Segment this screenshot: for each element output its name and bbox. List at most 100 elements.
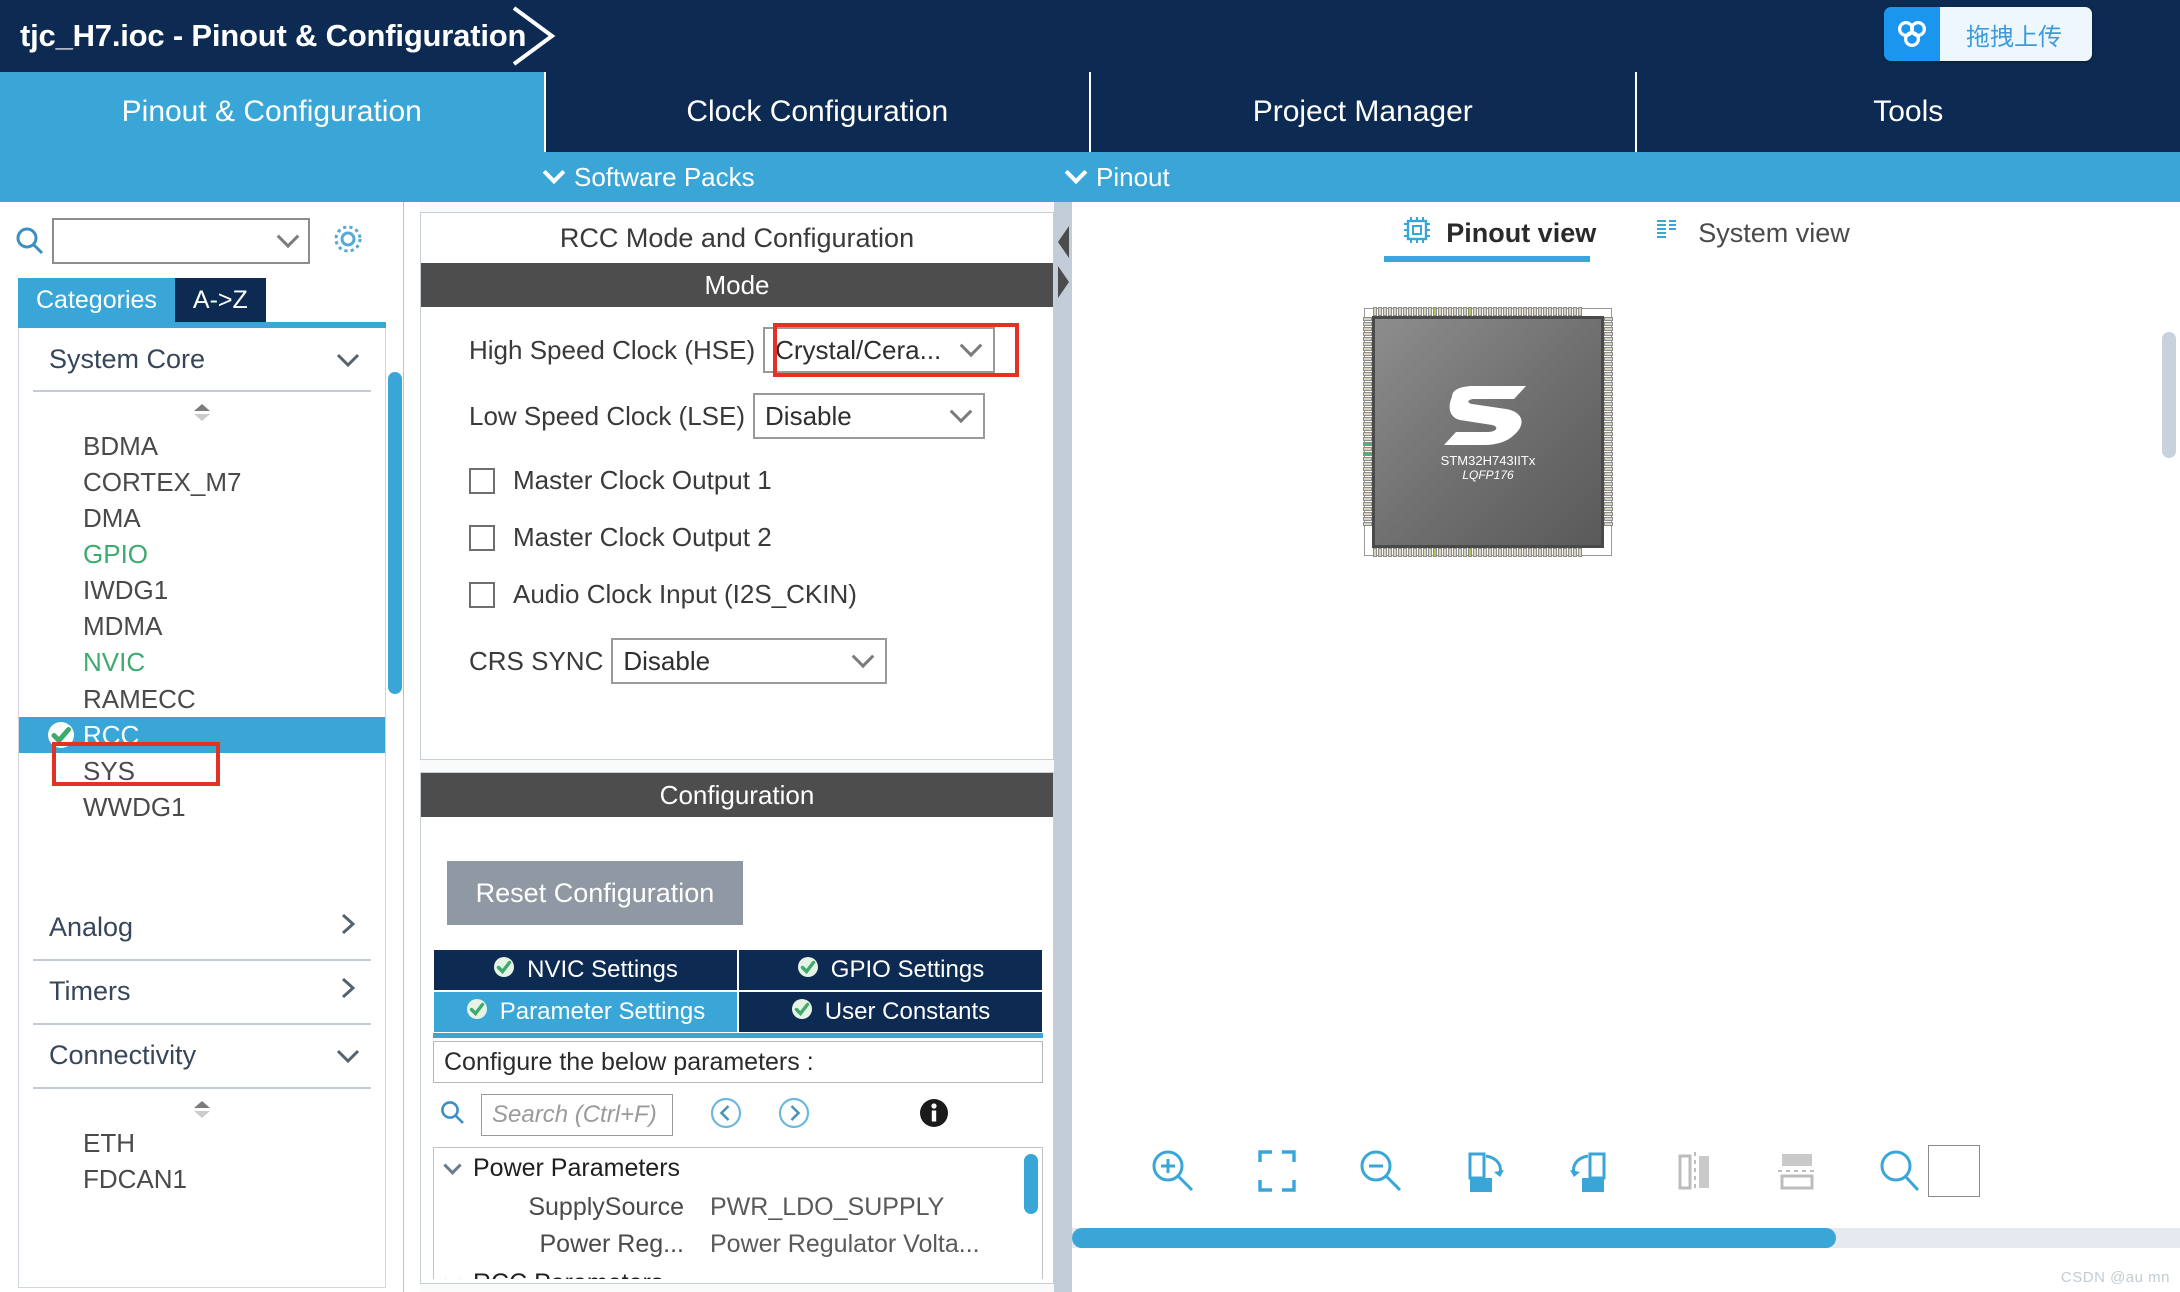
chip-pin[interactable] bbox=[1533, 548, 1537, 557]
chip-pin[interactable] bbox=[1604, 522, 1613, 526]
chip-pin[interactable] bbox=[1363, 482, 1372, 486]
chip-pin[interactable] bbox=[1363, 477, 1372, 481]
chip-pin[interactable] bbox=[1578, 548, 1582, 557]
right-panel-scrollbar[interactable] bbox=[2162, 332, 2176, 458]
chip-pin[interactable] bbox=[1604, 397, 1613, 401]
chip-pin[interactable] bbox=[1604, 442, 1613, 446]
chip-pin[interactable] bbox=[1363, 357, 1372, 361]
chip-pin[interactable] bbox=[1363, 347, 1372, 351]
chip-pin[interactable] bbox=[1388, 548, 1392, 557]
chip-pin[interactable] bbox=[1604, 412, 1613, 416]
chip-pin[interactable] bbox=[1563, 548, 1567, 557]
chip-pin[interactable] bbox=[1604, 467, 1613, 471]
chip-pin[interactable] bbox=[1363, 377, 1372, 381]
tab-system-view[interactable]: System view bbox=[1654, 215, 1850, 262]
software-packs-menu[interactable]: Software Packs bbox=[546, 162, 755, 193]
pin-search-icon[interactable] bbox=[1874, 1144, 1924, 1198]
chip-pin[interactable] bbox=[1393, 307, 1397, 316]
chip-pin[interactable] bbox=[1568, 307, 1572, 316]
panel-splitter[interactable] bbox=[1054, 202, 1072, 1292]
chip-pin[interactable] bbox=[1473, 307, 1477, 316]
chip-pin[interactable] bbox=[1508, 307, 1512, 316]
chip-pin[interactable] bbox=[1433, 548, 1437, 557]
peripheral-dma[interactable]: DMA bbox=[19, 500, 385, 536]
chip-pin[interactable] bbox=[1604, 392, 1613, 396]
chip-pin[interactable] bbox=[1418, 548, 1422, 557]
param-group-power-parameters[interactable]: Power Parameters bbox=[434, 1148, 1042, 1189]
chip-pin[interactable] bbox=[1548, 548, 1552, 557]
rotate-right-icon[interactable] bbox=[1458, 1144, 1512, 1198]
chip-pin[interactable] bbox=[1604, 472, 1613, 476]
peripheral-mdma[interactable]: MDMA bbox=[19, 608, 385, 644]
chip-pin[interactable] bbox=[1428, 307, 1432, 316]
lse-select[interactable]: Disable bbox=[753, 393, 985, 439]
horizontal-scrollbar-thumb[interactable] bbox=[1072, 1228, 1836, 1248]
chip-pin[interactable] bbox=[1523, 548, 1527, 557]
chip-pin[interactable] bbox=[1604, 507, 1613, 511]
chip-pin[interactable] bbox=[1363, 522, 1372, 526]
peripheral-iwdg1[interactable]: IWDG1 bbox=[19, 572, 385, 608]
chip-pin[interactable] bbox=[1363, 437, 1372, 441]
chip-pin[interactable] bbox=[1573, 307, 1577, 316]
parameter-tree-scrollbar[interactable] bbox=[1024, 1154, 1038, 1214]
chip-pin[interactable] bbox=[1398, 307, 1402, 316]
chip-pin[interactable] bbox=[1604, 447, 1613, 451]
chip-pin[interactable] bbox=[1604, 382, 1613, 386]
chip-pin[interactable] bbox=[1453, 307, 1457, 316]
chip-pin[interactable] bbox=[1458, 307, 1462, 316]
chip-pin[interactable] bbox=[1423, 548, 1427, 557]
chip-pin[interactable] bbox=[1488, 307, 1492, 316]
chip-pin[interactable] bbox=[1568, 548, 1572, 557]
chip-pin[interactable] bbox=[1604, 322, 1613, 326]
chip-pin[interactable] bbox=[1508, 548, 1512, 557]
chip-pin[interactable] bbox=[1413, 307, 1417, 316]
chip-pin[interactable] bbox=[1418, 307, 1422, 316]
chip-pin[interactable] bbox=[1528, 307, 1532, 316]
chip-pin[interactable] bbox=[1363, 322, 1372, 326]
chip-pin[interactable] bbox=[1363, 502, 1372, 506]
chip-pin[interactable] bbox=[1543, 548, 1547, 557]
chip-pin[interactable] bbox=[1604, 387, 1613, 391]
scroll-up-spinner-icon[interactable] bbox=[19, 1089, 385, 1125]
chip-pin[interactable] bbox=[1604, 332, 1613, 336]
chip-pin[interactable] bbox=[1604, 502, 1613, 506]
tab-categories[interactable]: Categories bbox=[18, 278, 175, 322]
chip-pin[interactable] bbox=[1483, 548, 1487, 557]
chip-pin[interactable] bbox=[1373, 548, 1377, 557]
chip-pin[interactable] bbox=[1513, 307, 1517, 316]
parameter-search-input[interactable]: Search (Ctrl+F) bbox=[481, 1094, 673, 1136]
chip-pin[interactable] bbox=[1604, 367, 1613, 371]
chip-pin[interactable] bbox=[1604, 492, 1613, 496]
chip-pin[interactable] bbox=[1438, 548, 1442, 557]
chip-pin[interactable] bbox=[1478, 307, 1482, 316]
chip-pin[interactable] bbox=[1518, 307, 1522, 316]
chip-pin[interactable] bbox=[1538, 548, 1542, 557]
chip-pin[interactable] bbox=[1604, 462, 1613, 466]
scroll-up-spinner-icon[interactable] bbox=[19, 392, 385, 428]
chip-pin[interactable] bbox=[1463, 307, 1467, 316]
peripheral-sys[interactable]: SYS bbox=[19, 753, 385, 789]
zoom-out-icon[interactable] bbox=[1354, 1144, 1408, 1198]
chip-pin[interactable] bbox=[1463, 548, 1467, 557]
chip-pin[interactable] bbox=[1453, 548, 1457, 557]
peripheral-gpio[interactable]: GPIO bbox=[19, 536, 385, 572]
audio-clock-input-checkbox[interactable] bbox=[469, 582, 495, 608]
chip-pin[interactable] bbox=[1378, 548, 1382, 557]
tab-clock-configuration[interactable]: Clock Configuration bbox=[546, 72, 1092, 152]
chip-pin[interactable] bbox=[1433, 307, 1437, 316]
chip-pin[interactable] bbox=[1373, 307, 1377, 316]
peripheral-cortex-m7[interactable]: CORTEX_M7 bbox=[19, 464, 385, 500]
splitter-collapse-arrows[interactable] bbox=[1054, 222, 1072, 313]
flip-vertical-icon[interactable] bbox=[1770, 1144, 1824, 1198]
param-group-rcc-parameters[interactable]: RCC Parameters bbox=[434, 1263, 1042, 1279]
chip-pin[interactable] bbox=[1363, 337, 1372, 341]
chip-pin[interactable] bbox=[1478, 548, 1482, 557]
chip-pin[interactable] bbox=[1604, 407, 1613, 411]
tab-parameter-settings[interactable]: Parameter Settings bbox=[433, 991, 738, 1033]
chip-pin[interactable] bbox=[1604, 512, 1613, 516]
chip-pin[interactable] bbox=[1363, 392, 1372, 396]
chip-pin[interactable] bbox=[1363, 412, 1372, 416]
chip-pin[interactable] bbox=[1363, 422, 1372, 426]
mco1-row[interactable]: Master Clock Output 1 bbox=[421, 465, 1053, 496]
chip-pin[interactable] bbox=[1363, 397, 1372, 401]
